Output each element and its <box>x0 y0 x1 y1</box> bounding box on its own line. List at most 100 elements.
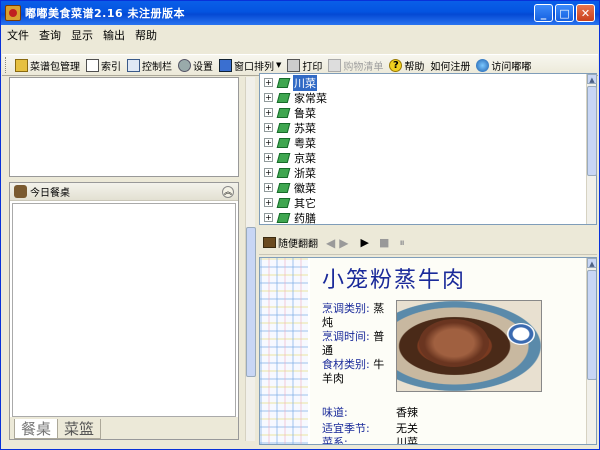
tree-item-chuan[interactable]: + 川菜 <box>264 74 317 91</box>
tree-scroll-thumb[interactable] <box>587 86 597 176</box>
shopping-list-button[interactable]: 购物清单 <box>325 55 386 75</box>
stop-button[interactable]: ■ <box>379 236 389 249</box>
window-arrange-label: 窗口排列 <box>234 61 274 73</box>
tree-item-medicinal[interactable]: + 药膳 <box>264 210 317 225</box>
expand-icon[interactable]: + <box>264 213 273 222</box>
expand-icon[interactable]: + <box>264 108 273 117</box>
book-node-icon <box>276 152 291 163</box>
season-row: 适宜季节: 无关 <box>322 422 442 436</box>
recipe-scroll-thumb[interactable] <box>587 270 596 380</box>
window-arrange-button[interactable]: 窗口排列 ▼ <box>216 55 284 75</box>
recipe-pack-label: 菜谱包管理 <box>30 61 80 73</box>
shopping-list-label: 购物清单 <box>343 61 384 73</box>
maximize-button[interactable]: □ <box>555 4 574 22</box>
settings-button[interactable]: 设置 <box>175 55 216 75</box>
tree-scrollbar[interactable]: ▲ <box>586 74 597 224</box>
next-icon[interactable]: ▶ <box>339 236 348 250</box>
prev-icon[interactable]: ◀ <box>326 236 335 250</box>
cart-icon <box>328 58 342 72</box>
book-node-icon <box>276 197 291 208</box>
expand-icon[interactable]: + <box>264 93 273 102</box>
control-icon <box>127 58 140 72</box>
index-button[interactable]: 索引 <box>83 55 124 75</box>
help-button[interactable]: ? 帮助 <box>386 55 427 75</box>
tree-item-lu[interactable]: + 鲁菜 <box>264 105 317 120</box>
tree-item-label: 京菜 <box>294 151 316 165</box>
visit-dudu-button[interactable]: 访问嘟嘟 <box>473 55 534 75</box>
season-label: 适宜季节: <box>322 422 370 435</box>
expand-icon[interactable]: + <box>264 138 273 147</box>
recipe-scrollbar[interactable]: ▲ <box>586 258 596 444</box>
pause-button[interactable]: ⏸ <box>399 236 405 250</box>
control-bar-button[interactable]: 控制栏 <box>124 55 175 75</box>
help-label: 帮助 <box>404 61 425 73</box>
side-dish-image <box>507 323 535 345</box>
menu-view[interactable]: 显示 <box>66 26 98 46</box>
tree-item-label: 鲁菜 <box>294 106 316 120</box>
tree-item-label: 浙菜 <box>294 166 316 180</box>
menu-help[interactable]: 帮助 <box>130 26 162 46</box>
random-flip-button[interactable]: 随便翻翻 <box>263 235 318 250</box>
print-button[interactable]: 打印 <box>284 55 325 75</box>
expand-icon[interactable]: + <box>264 153 273 162</box>
book-node-icon <box>276 182 291 193</box>
expand-icon[interactable]: + <box>264 168 273 177</box>
expand-icon[interactable]: + <box>264 198 273 207</box>
recipe-title: 小笼粉蒸牛肉 <box>322 268 467 293</box>
tree-item-label: 川菜 <box>293 74 317 91</box>
visit-dudu-label: 访问嘟嘟 <box>491 61 532 73</box>
collapse-icon[interactable]: ︽ <box>222 186 234 198</box>
tree-item-yue[interactable]: + 粤菜 <box>264 135 317 150</box>
book-icon <box>263 237 276 248</box>
tree-item-jing[interactable]: + 京菜 <box>264 150 317 165</box>
splitter-scrollbar[interactable] <box>245 77 256 441</box>
left-top-pane[interactable] <box>9 77 239 177</box>
tree-item-label: 粤菜 <box>294 136 316 150</box>
minimize-button[interactable]: _ <box>534 4 553 22</box>
browse-control-bar: 随便翻翻 ◀ ▶ ▶ ■ ⏸ <box>259 231 597 255</box>
table-icon <box>14 185 27 198</box>
scroll-up-icon[interactable]: ▲ <box>587 74 597 84</box>
settings-icon <box>178 58 191 72</box>
expand-icon[interactable]: + <box>264 183 273 192</box>
cuisine-row: 菜系: 川菜 <box>322 436 442 444</box>
cooking-class-label: 烹调类别: <box>322 302 370 315</box>
toolbar-grip[interactable] <box>5 57 8 73</box>
expand-icon[interactable]: + <box>264 78 273 87</box>
tree-item-other[interactable]: + 其它 <box>264 195 317 210</box>
tab-table[interactable]: 餐桌 <box>14 419 59 439</box>
tree-item-label: 苏菜 <box>294 121 316 135</box>
app-logo-icon <box>5 5 21 21</box>
scroll-up-icon[interactable]: ▲ <box>587 258 596 268</box>
menu-file[interactable]: 文件 <box>2 26 34 46</box>
window-icon <box>219 58 232 72</box>
taste-value: 香辣 <box>396 406 418 419</box>
vertical-splitter[interactable] <box>244 77 256 441</box>
tree-item-su[interactable]: + 苏菜 <box>264 120 317 135</box>
today-tabs: 餐桌 菜篮 <box>10 417 238 439</box>
taste-row: 味道: 香辣 <box>322 406 442 420</box>
tree-item-hui[interactable]: + 徽菜 <box>264 180 317 195</box>
cuisine-tree: + 川菜 + 家常菜 + 鲁菜 + 苏菜 + 粤菜 + 京菜 + 浙菜 + 徽菜… <box>259 73 597 225</box>
recipe-pack-button[interactable]: 菜谱包管理 <box>12 55 83 75</box>
today-table-header: 今日餐桌 ︽ <box>10 183 238 201</box>
today-table-panel: 今日餐桌 ︽ 餐桌 菜篮 <box>9 182 239 440</box>
how-to-register-button[interactable]: 如何注册 <box>427 55 473 75</box>
printer-icon <box>287 58 301 72</box>
tree-item-zhe[interactable]: + 浙菜 <box>264 165 317 180</box>
tab-basket[interactable]: 菜篮 <box>57 419 102 439</box>
today-table-list[interactable] <box>12 203 236 417</box>
tree-item-label: 徽菜 <box>294 181 316 195</box>
tree-item-label: 其它 <box>294 196 316 210</box>
tree-item-home[interactable]: + 家常菜 <box>264 90 328 105</box>
close-button[interactable]: ✕ <box>576 4 595 22</box>
book-icon <box>15 58 28 72</box>
play-button[interactable]: ▶ <box>360 236 368 249</box>
expand-icon[interactable]: + <box>264 123 273 132</box>
title-bar[interactable]: 嘟嘟美食菜谱2.16 未注册版本 _ □ ✕ <box>1 1 599 25</box>
menu-query[interactable]: 查询 <box>34 26 66 46</box>
book-node-icon <box>276 212 291 223</box>
control-bar-label: 控制栏 <box>142 61 172 73</box>
splitter-thumb[interactable] <box>246 227 256 377</box>
menu-output[interactable]: 输出 <box>98 26 130 46</box>
